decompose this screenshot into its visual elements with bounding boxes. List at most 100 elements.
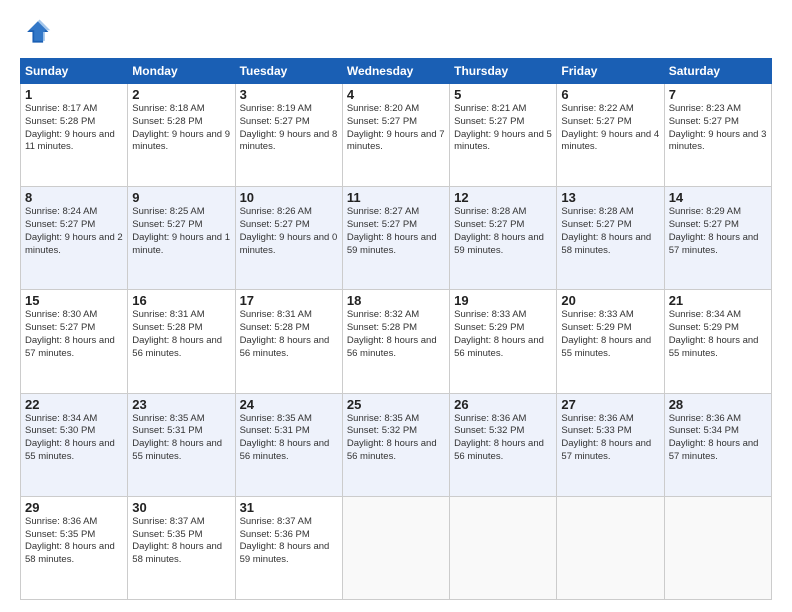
week-row-1: 1 Sunrise: 8:17 AMSunset: 5:28 PMDayligh… xyxy=(21,84,772,187)
day-number: 18 xyxy=(347,293,445,308)
calendar-cell: 29 Sunrise: 8:36 AMSunset: 5:35 PMDaylig… xyxy=(21,496,128,599)
calendar-cell: 30 Sunrise: 8:37 AMSunset: 5:35 PMDaylig… xyxy=(128,496,235,599)
day-number: 28 xyxy=(669,397,767,412)
day-info: Sunrise: 8:35 AMSunset: 5:31 PMDaylight:… xyxy=(132,413,222,462)
day-number: 22 xyxy=(25,397,123,412)
day-number: 21 xyxy=(669,293,767,308)
day-info: Sunrise: 8:18 AMSunset: 5:28 PMDaylight:… xyxy=(132,103,230,152)
day-number: 27 xyxy=(561,397,659,412)
calendar-cell: 25 Sunrise: 8:35 AMSunset: 5:32 PMDaylig… xyxy=(342,393,449,496)
calendar-cell: 7 Sunrise: 8:23 AMSunset: 5:27 PMDayligh… xyxy=(664,84,771,187)
day-info: Sunrise: 8:28 AMSunset: 5:27 PMDaylight:… xyxy=(454,206,544,255)
calendar-cell: 15 Sunrise: 8:30 AMSunset: 5:27 PMDaylig… xyxy=(21,290,128,393)
calendar-cell: 13 Sunrise: 8:28 AMSunset: 5:27 PMDaylig… xyxy=(557,187,664,290)
day-info: Sunrise: 8:28 AMSunset: 5:27 PMDaylight:… xyxy=(561,206,651,255)
calendar-cell: 8 Sunrise: 8:24 AMSunset: 5:27 PMDayligh… xyxy=(21,187,128,290)
day-number: 30 xyxy=(132,500,230,515)
logo-icon xyxy=(20,16,52,48)
day-info: Sunrise: 8:17 AMSunset: 5:28 PMDaylight:… xyxy=(25,103,115,152)
calendar-cell xyxy=(664,496,771,599)
day-info: Sunrise: 8:19 AMSunset: 5:27 PMDaylight:… xyxy=(240,103,338,152)
day-number: 1 xyxy=(25,87,123,102)
day-number: 19 xyxy=(454,293,552,308)
day-info: Sunrise: 8:37 AMSunset: 5:36 PMDaylight:… xyxy=(240,516,330,565)
day-info: Sunrise: 8:34 AMSunset: 5:29 PMDaylight:… xyxy=(669,309,759,358)
day-number: 7 xyxy=(669,87,767,102)
calendar-cell: 2 Sunrise: 8:18 AMSunset: 5:28 PMDayligh… xyxy=(128,84,235,187)
day-number: 25 xyxy=(347,397,445,412)
day-number: 17 xyxy=(240,293,338,308)
calendar-cell: 12 Sunrise: 8:28 AMSunset: 5:27 PMDaylig… xyxy=(450,187,557,290)
day-number: 4 xyxy=(347,87,445,102)
calendar-cell: 5 Sunrise: 8:21 AMSunset: 5:27 PMDayligh… xyxy=(450,84,557,187)
calendar-cell: 11 Sunrise: 8:27 AMSunset: 5:27 PMDaylig… xyxy=(342,187,449,290)
day-info: Sunrise: 8:23 AMSunset: 5:27 PMDaylight:… xyxy=(669,103,767,152)
weekday-header-monday: Monday xyxy=(128,59,235,84)
day-info: Sunrise: 8:21 AMSunset: 5:27 PMDaylight:… xyxy=(454,103,552,152)
day-number: 24 xyxy=(240,397,338,412)
calendar-cell: 4 Sunrise: 8:20 AMSunset: 5:27 PMDayligh… xyxy=(342,84,449,187)
day-info: Sunrise: 8:25 AMSunset: 5:27 PMDaylight:… xyxy=(132,206,230,255)
weekday-header-wednesday: Wednesday xyxy=(342,59,449,84)
day-info: Sunrise: 8:27 AMSunset: 5:27 PMDaylight:… xyxy=(347,206,437,255)
weekday-header-sunday: Sunday xyxy=(21,59,128,84)
calendar-cell: 18 Sunrise: 8:32 AMSunset: 5:28 PMDaylig… xyxy=(342,290,449,393)
day-info: Sunrise: 8:29 AMSunset: 5:27 PMDaylight:… xyxy=(669,206,759,255)
day-number: 3 xyxy=(240,87,338,102)
day-number: 6 xyxy=(561,87,659,102)
day-number: 23 xyxy=(132,397,230,412)
day-number: 15 xyxy=(25,293,123,308)
calendar-cell: 22 Sunrise: 8:34 AMSunset: 5:30 PMDaylig… xyxy=(21,393,128,496)
calendar-cell: 16 Sunrise: 8:31 AMSunset: 5:28 PMDaylig… xyxy=(128,290,235,393)
calendar-body: 1 Sunrise: 8:17 AMSunset: 5:28 PMDayligh… xyxy=(21,84,772,600)
day-info: Sunrise: 8:36 AMSunset: 5:35 PMDaylight:… xyxy=(25,516,115,565)
day-info: Sunrise: 8:24 AMSunset: 5:27 PMDaylight:… xyxy=(25,206,123,255)
calendar-page: SundayMondayTuesdayWednesdayThursdayFrid… xyxy=(0,0,792,612)
day-info: Sunrise: 8:34 AMSunset: 5:30 PMDaylight:… xyxy=(25,413,115,462)
calendar-cell: 21 Sunrise: 8:34 AMSunset: 5:29 PMDaylig… xyxy=(664,290,771,393)
day-number: 26 xyxy=(454,397,552,412)
header xyxy=(20,16,772,48)
week-row-4: 22 Sunrise: 8:34 AMSunset: 5:30 PMDaylig… xyxy=(21,393,772,496)
day-number: 13 xyxy=(561,190,659,205)
day-info: Sunrise: 8:37 AMSunset: 5:35 PMDaylight:… xyxy=(132,516,222,565)
weekday-header-friday: Friday xyxy=(557,59,664,84)
week-row-2: 8 Sunrise: 8:24 AMSunset: 5:27 PMDayligh… xyxy=(21,187,772,290)
day-info: Sunrise: 8:30 AMSunset: 5:27 PMDaylight:… xyxy=(25,309,115,358)
calendar-cell: 20 Sunrise: 8:33 AMSunset: 5:29 PMDaylig… xyxy=(557,290,664,393)
calendar-cell: 31 Sunrise: 8:37 AMSunset: 5:36 PMDaylig… xyxy=(235,496,342,599)
day-info: Sunrise: 8:33 AMSunset: 5:29 PMDaylight:… xyxy=(561,309,651,358)
week-row-5: 29 Sunrise: 8:36 AMSunset: 5:35 PMDaylig… xyxy=(21,496,772,599)
calendar-cell xyxy=(450,496,557,599)
day-number: 5 xyxy=(454,87,552,102)
calendar-cell: 14 Sunrise: 8:29 AMSunset: 5:27 PMDaylig… xyxy=(664,187,771,290)
day-number: 8 xyxy=(25,190,123,205)
day-number: 10 xyxy=(240,190,338,205)
day-info: Sunrise: 8:31 AMSunset: 5:28 PMDaylight:… xyxy=(240,309,330,358)
day-number: 16 xyxy=(132,293,230,308)
day-info: Sunrise: 8:20 AMSunset: 5:27 PMDaylight:… xyxy=(347,103,445,152)
day-info: Sunrise: 8:33 AMSunset: 5:29 PMDaylight:… xyxy=(454,309,544,358)
day-info: Sunrise: 8:32 AMSunset: 5:28 PMDaylight:… xyxy=(347,309,437,358)
calendar-cell: 27 Sunrise: 8:36 AMSunset: 5:33 PMDaylig… xyxy=(557,393,664,496)
day-info: Sunrise: 8:22 AMSunset: 5:27 PMDaylight:… xyxy=(561,103,659,152)
day-info: Sunrise: 8:36 AMSunset: 5:32 PMDaylight:… xyxy=(454,413,544,462)
weekday-header-thursday: Thursday xyxy=(450,59,557,84)
calendar-table: SundayMondayTuesdayWednesdayThursdayFrid… xyxy=(20,58,772,600)
day-number: 31 xyxy=(240,500,338,515)
calendar-cell: 17 Sunrise: 8:31 AMSunset: 5:28 PMDaylig… xyxy=(235,290,342,393)
calendar-cell: 23 Sunrise: 8:35 AMSunset: 5:31 PMDaylig… xyxy=(128,393,235,496)
day-number: 29 xyxy=(25,500,123,515)
day-info: Sunrise: 8:35 AMSunset: 5:32 PMDaylight:… xyxy=(347,413,437,462)
weekday-header-saturday: Saturday xyxy=(664,59,771,84)
week-row-3: 15 Sunrise: 8:30 AMSunset: 5:27 PMDaylig… xyxy=(21,290,772,393)
day-number: 12 xyxy=(454,190,552,205)
weekday-header-tuesday: Tuesday xyxy=(235,59,342,84)
calendar-cell: 10 Sunrise: 8:26 AMSunset: 5:27 PMDaylig… xyxy=(235,187,342,290)
calendar-cell: 26 Sunrise: 8:36 AMSunset: 5:32 PMDaylig… xyxy=(450,393,557,496)
calendar-cell: 19 Sunrise: 8:33 AMSunset: 5:29 PMDaylig… xyxy=(450,290,557,393)
day-info: Sunrise: 8:31 AMSunset: 5:28 PMDaylight:… xyxy=(132,309,222,358)
weekday-header-row: SundayMondayTuesdayWednesdayThursdayFrid… xyxy=(21,59,772,84)
logo xyxy=(20,16,56,48)
calendar-cell xyxy=(557,496,664,599)
